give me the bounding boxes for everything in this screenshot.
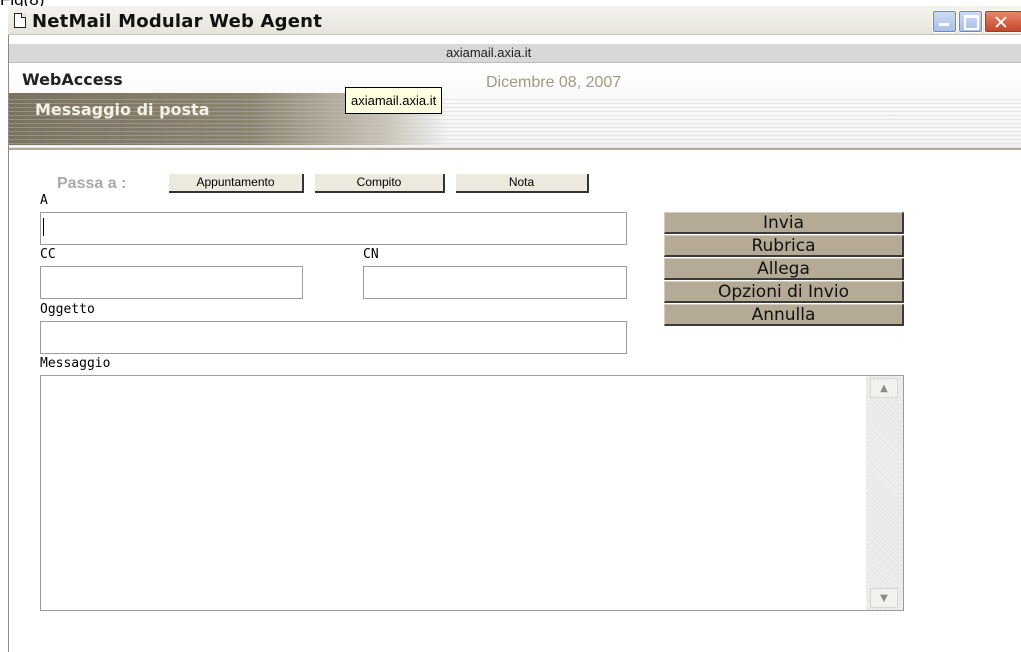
cc-field[interactable]: [40, 266, 303, 299]
bcc-field[interactable]: [363, 266, 627, 299]
maximize-button[interactable]: [958, 10, 983, 33]
switch-task-button[interactable]: Compito: [315, 174, 445, 193]
header-divider: [9, 148, 1021, 150]
close-button[interactable]: ✕: [984, 10, 1021, 34]
document-icon: [14, 13, 26, 28]
minimize-button[interactable]: [932, 10, 957, 33]
scroll-up-icon[interactable]: ▲: [870, 378, 898, 398]
message-scrollbar[interactable]: ▲ ▼: [866, 376, 903, 610]
text-caret: [43, 218, 44, 236]
host-tooltip: axiamail.axia.it: [345, 87, 443, 114]
message-label: Messaggio: [40, 356, 111, 371]
subject-field[interactable]: [40, 321, 627, 354]
attach-button[interactable]: Allega: [664, 258, 904, 280]
send-button[interactable]: Invia: [664, 212, 904, 234]
window-title: NetMail Modular Web Agent: [32, 11, 322, 32]
minimize-icon: [939, 23, 949, 26]
maximize-icon: [964, 15, 979, 30]
to-label: A: [40, 193, 48, 208]
address-host: axiamail.axia.it: [446, 45, 532, 60]
address-book-button[interactable]: Rubrica: [664, 235, 904, 257]
cancel-button[interactable]: Annulla: [664, 304, 904, 326]
to-field[interactable]: [40, 212, 627, 245]
cc-label: CC: [40, 247, 56, 262]
switch-note-button[interactable]: Nota: [456, 174, 589, 193]
current-date: Dicembre 08, 2007: [486, 74, 622, 91]
close-icon: ✕: [993, 12, 1009, 34]
subject-label: Oggetto: [40, 302, 95, 317]
switch-to-label: Passa a :: [57, 175, 127, 192]
app-name: WebAccess: [22, 70, 123, 89]
bcc-label: CN: [363, 247, 379, 262]
message-textarea[interactable]: [40, 375, 904, 611]
switch-appointment-button[interactable]: Appuntamento: [169, 174, 304, 193]
send-options-button[interactable]: Opzioni di Invio: [664, 281, 904, 303]
page-title: Messaggio di posta: [35, 100, 210, 119]
scroll-down-icon[interactable]: ▼: [870, 588, 898, 608]
